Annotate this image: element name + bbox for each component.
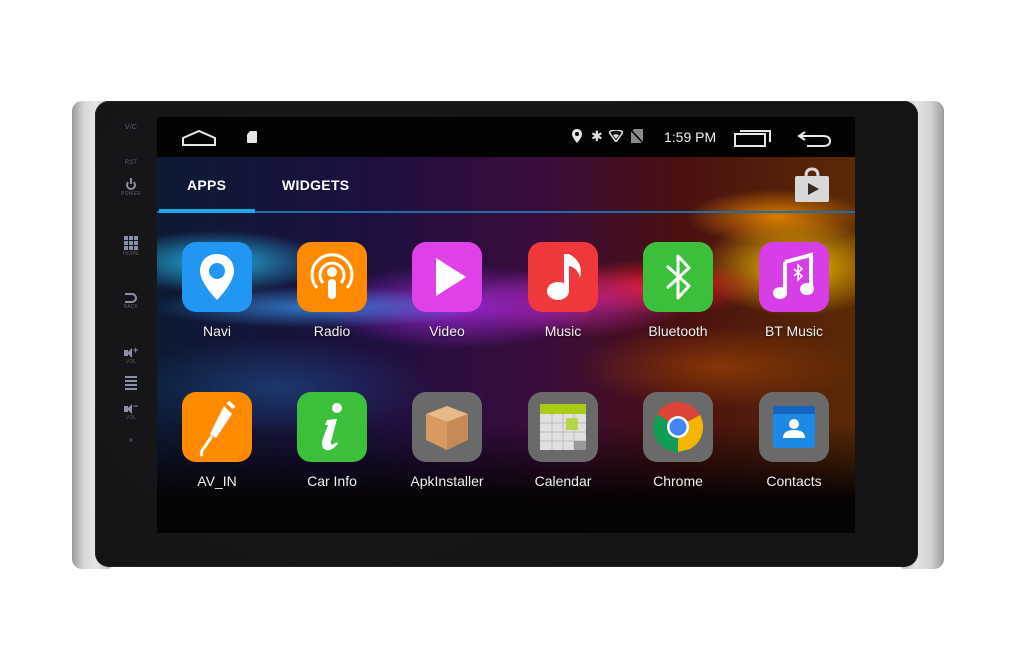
music-note-icon xyxy=(528,242,598,312)
app-navi[interactable]: Navi xyxy=(167,242,267,339)
hardkey-volume-down-label: VOL xyxy=(125,415,137,421)
volume-up-icon: + xyxy=(124,345,138,358)
wifi-icon xyxy=(609,130,623,142)
hardkey-back-label: BACK xyxy=(123,304,139,310)
podcast-icon xyxy=(297,242,367,312)
app-radio[interactable]: Radio xyxy=(282,242,382,339)
apps-grid-icon xyxy=(124,236,138,250)
app-video[interactable]: Video xyxy=(397,242,497,339)
app-label: Navi xyxy=(202,323,231,339)
hardkey-volume-down[interactable]: − VOL xyxy=(115,401,147,421)
app-car-info[interactable]: Car Info xyxy=(282,392,382,489)
app-av-in[interactable]: AV_IN xyxy=(167,392,267,489)
app-label: BT Music xyxy=(764,323,824,339)
app-contacts[interactable]: Contacts xyxy=(744,392,844,489)
location-pin-icon xyxy=(182,242,252,312)
app-apkinstaller[interactable]: ApkInstaller xyxy=(397,392,497,489)
bluetooth-icon xyxy=(643,242,713,312)
play-icon xyxy=(412,242,482,312)
app-label: Radio xyxy=(313,323,351,339)
app-label: Video xyxy=(429,323,465,339)
hardware-keys: V/C RST POWER HOME BACK + VOL − VOL xyxy=(115,118,147,458)
app-label: Car Info xyxy=(307,473,357,489)
sd-card-icon xyxy=(247,131,257,143)
package-box-icon xyxy=(412,392,482,462)
tab-apps[interactable]: APPS xyxy=(187,177,226,193)
av-cable-icon xyxy=(182,392,252,462)
hardkey-home[interactable]: HOME xyxy=(115,236,147,257)
tab-active-indicator xyxy=(159,209,255,213)
app-bt-music[interactable]: BT Music xyxy=(744,242,844,339)
hardkey-volume-up-label: VOL xyxy=(125,359,137,365)
mic-icon xyxy=(129,438,133,442)
no-sim-icon xyxy=(631,129,643,143)
mic-hole xyxy=(115,438,147,442)
hardkey-power-label: POWER xyxy=(121,191,141,197)
app-label: ApkInstaller xyxy=(410,473,484,489)
tab-widgets[interactable]: WIDGETS xyxy=(282,177,349,193)
app-label: AV_IN xyxy=(197,473,237,489)
clock: 1:59 PM xyxy=(664,129,717,145)
contacts-icon xyxy=(759,392,829,462)
hardkey-volume-up[interactable]: + VOL xyxy=(115,345,147,365)
back-icon[interactable] xyxy=(797,128,833,148)
power-icon xyxy=(126,178,136,190)
hardkey-mute[interactable] xyxy=(115,376,147,392)
hardkey-reset[interactable]: RST xyxy=(115,160,147,166)
info-icon xyxy=(297,392,367,462)
hardkey-vc[interactable]: V/C xyxy=(115,124,147,131)
hardkey-reset-label: RST xyxy=(124,160,138,166)
tab-bar: APPS WIDGETS xyxy=(157,157,855,213)
tab-divider xyxy=(157,211,855,213)
app-bluetooth[interactable]: Bluetooth xyxy=(628,242,728,339)
android-screen: ✱ 1:59 PM APPS WIDGETS Navi Radio Video xyxy=(157,117,855,533)
back-arrow-icon xyxy=(125,293,137,303)
hardkey-vc-label: V/C xyxy=(124,124,138,131)
volume-down-icon: − xyxy=(124,401,138,414)
status-bar: ✱ 1:59 PM xyxy=(157,117,855,157)
bluetooth-status-icon: ✱ xyxy=(591,128,603,144)
home-icon[interactable] xyxy=(181,129,217,147)
app-music[interactable]: Music xyxy=(513,242,613,339)
calendar-icon xyxy=(528,392,598,462)
app-label: Contacts xyxy=(766,473,822,489)
chrome-icon xyxy=(643,392,713,462)
app-label: Calendar xyxy=(534,473,592,489)
app-chrome[interactable]: Chrome xyxy=(628,392,728,489)
recent-apps-icon[interactable] xyxy=(733,128,773,148)
app-label: Chrome xyxy=(653,473,703,489)
location-icon xyxy=(572,129,582,143)
app-label: Bluetooth xyxy=(648,323,708,339)
app-label: Music xyxy=(544,323,582,339)
bt-music-icon xyxy=(759,242,829,312)
hardkey-back[interactable]: BACK xyxy=(115,293,147,310)
bars-icon xyxy=(125,376,137,390)
hardkey-home-label: HOME xyxy=(123,251,139,257)
play-store-icon[interactable] xyxy=(793,167,831,203)
app-calendar[interactable]: Calendar xyxy=(513,392,613,489)
hardkey-power[interactable]: POWER xyxy=(115,178,147,197)
